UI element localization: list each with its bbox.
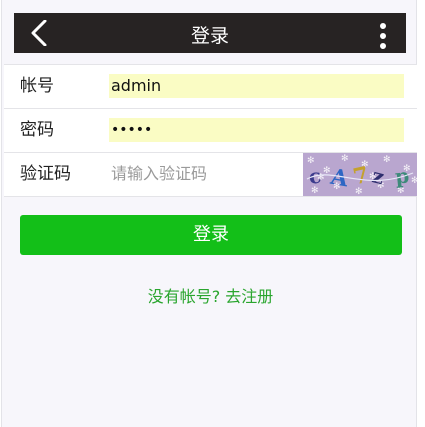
captcha-image[interactable]: ✻✻✻ ✻ ✻✻ ✻ ✻ ✻ ✻ ✻✻ ✻ ✻ c A 7 z p	[303, 153, 417, 196]
username-input[interactable]: admin	[109, 74, 404, 98]
screen: 登录 帐号 admin 密码 ••••• 验证码 请输入验证码 ✻ ✻ ✻ ✻ …	[0, 0, 425, 427]
svg-text:✻: ✻	[411, 176, 417, 186]
username-label: 帐号	[20, 76, 54, 96]
more-menu-button[interactable]	[376, 23, 390, 53]
password-label: 密码	[20, 120, 54, 140]
more-dot	[380, 33, 386, 39]
captcha-row: 验证码 请输入验证码 ✻ ✻ ✻ ✻ ✻ ✻ ✻ ✻ ✻ ✻ ✻ ✻ ✻ ✻ c A 7	[4, 153, 417, 197]
top-navbar: 登录	[14, 13, 406, 53]
svg-text:✻: ✻	[383, 155, 391, 165]
captcha-label: 验证码	[20, 164, 71, 184]
more-dot	[380, 43, 386, 49]
register-link[interactable]: 没有帐号? 去注册	[2, 283, 419, 307]
captcha-input[interactable]: 请输入验证码	[109, 162, 291, 186]
password-input[interactable]: •••••	[109, 118, 404, 142]
app-viewport: 登录 帐号 admin 密码 ••••• 验证码 请输入验证码 ✻ ✻ ✻ ✻ …	[1, 0, 417, 427]
login-button[interactable]: 登录	[20, 215, 402, 255]
page-title: 登录	[190, 25, 229, 47]
login-form: 帐号 admin 密码 ••••• 验证码 请输入验证码 ✻ ✻ ✻ ✻ ✻ ✻ ✻ ✻ ✻…	[4, 64, 417, 197]
more-vertical-icon	[380, 23, 386, 29]
username-row: 帐号 admin	[4, 65, 417, 109]
svg-text:✻: ✻	[341, 154, 349, 164]
password-row: 密码 •••••	[4, 109, 417, 153]
